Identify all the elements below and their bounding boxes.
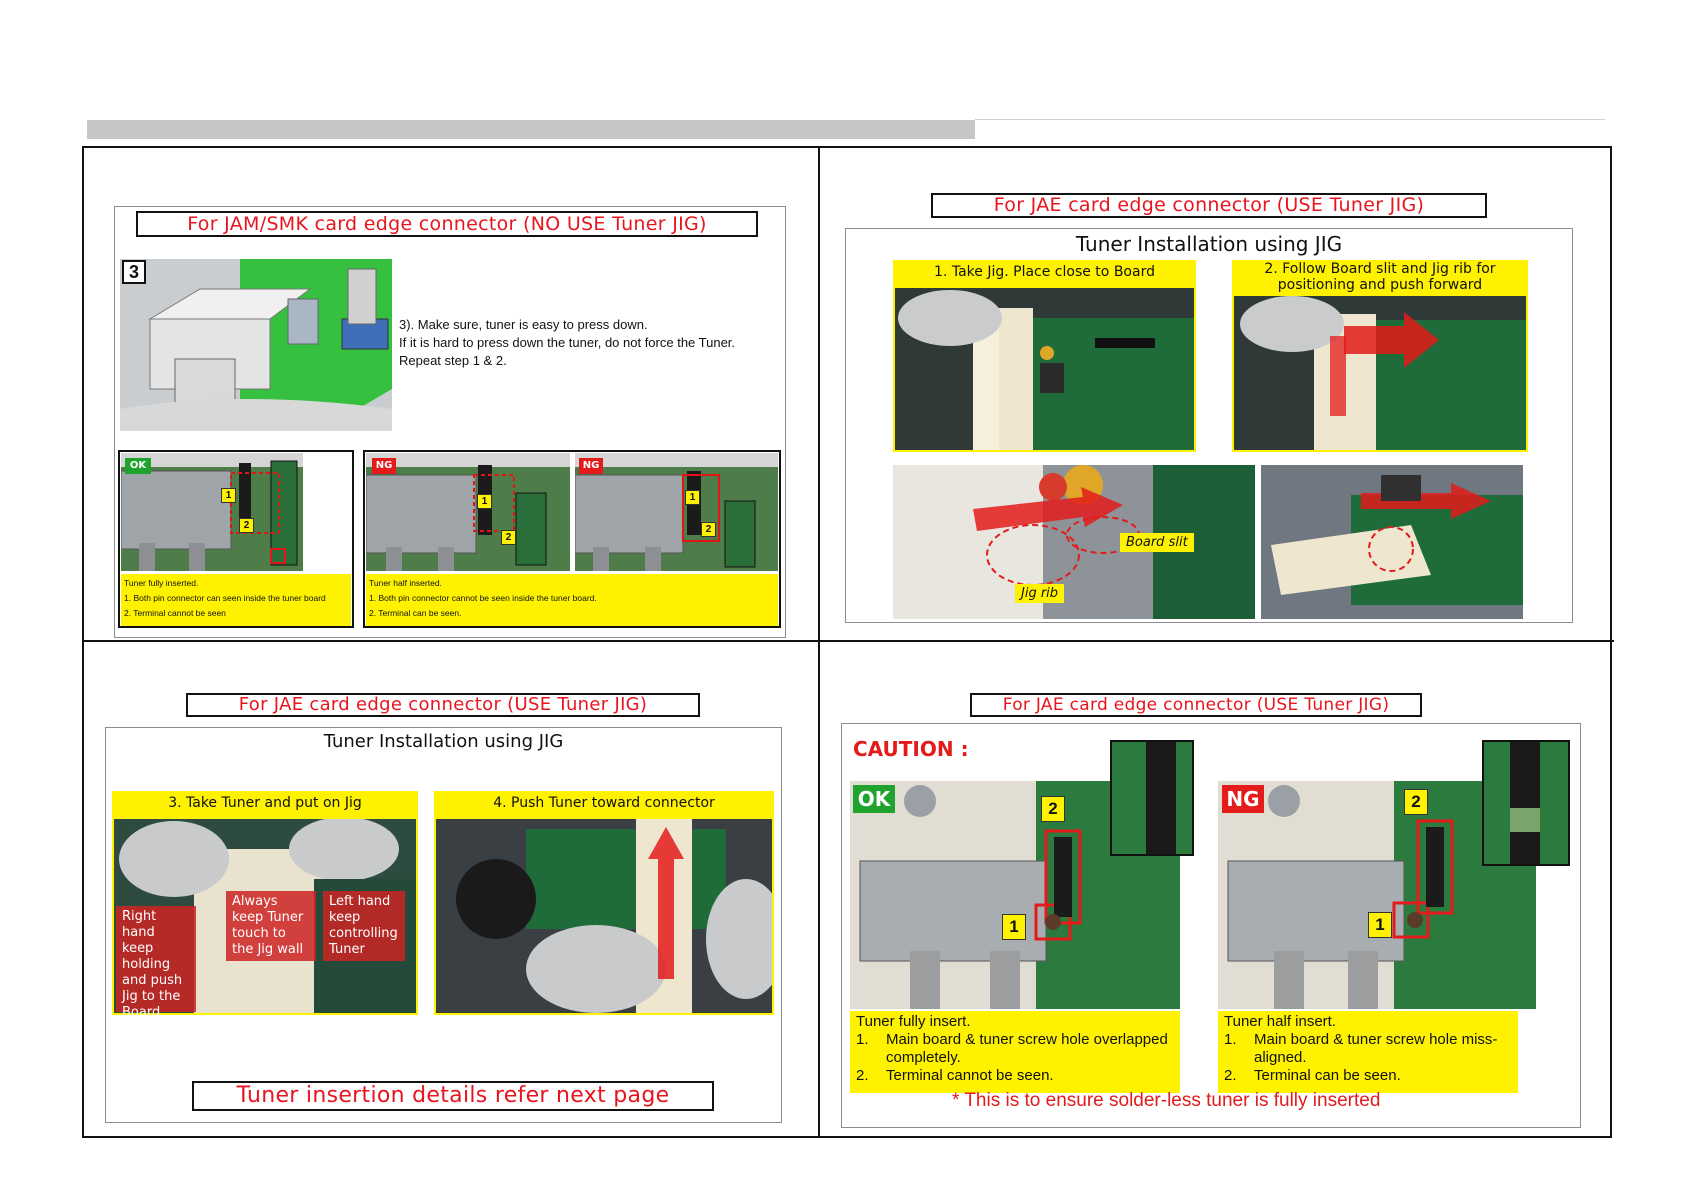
q4-ng-badge: NG — [1222, 785, 1264, 813]
instruction-line-2: If it is hard to press down the tuner, d… — [399, 335, 736, 350]
q4-ok-badge: OK — [853, 785, 895, 813]
q4-ng-tag-1: 1 — [1368, 912, 1392, 938]
q4-ok-inset — [1110, 740, 1194, 856]
q1-tag-2: 2 — [239, 518, 254, 533]
q4-ng-item1-num: 1. — [1224, 1031, 1237, 1048]
q4-ng-item2: Terminal can be seen. — [1254, 1067, 1401, 1084]
q1-ng-caption: Tuner half inserted. 1. Both pin connect… — [366, 574, 778, 626]
q4-ok-tag-1: 1 — [1002, 914, 1026, 940]
q2-push-photo — [1261, 465, 1523, 619]
q4-ok-item2: Terminal cannot be seen. — [886, 1067, 1054, 1084]
q4-ok-item1-num: 1. — [856, 1031, 869, 1048]
grid-horizontal-divider — [82, 640, 1614, 642]
ng-caption-head: Tuner half inserted. — [369, 578, 442, 588]
details-footer: Tuner insertion details refer next page — [192, 1081, 714, 1111]
q3-step3-bar: 3. Take Tuner and put on Jig — [112, 791, 418, 817]
ok-caption-line-2: 2. Terminal cannot be seen — [124, 608, 226, 618]
board-slit-label: Board slit — [1120, 533, 1194, 552]
q4-ok-caption-head: Tuner fully insert. — [856, 1013, 971, 1030]
q4-ng-inset — [1482, 740, 1570, 866]
q4-ng-item2-num: 2. — [1224, 1067, 1237, 1084]
always-keep-label: Always keep Tuner touch to the Jig wall — [226, 891, 316, 961]
q1-ng-badge-right: NG — [579, 458, 603, 474]
q1-ok-photo — [121, 453, 351, 571]
q3-step4-bar: 4. Push Tuner toward connector — [434, 791, 774, 817]
q4-ok-item2-num: 2. — [856, 1067, 869, 1084]
ok-caption-line-1: 1. Both pin connector can seen inside th… — [124, 593, 326, 603]
q4-ng-caption-head: Tuner half insert. — [1224, 1013, 1336, 1030]
q3-step4-photo — [434, 817, 774, 1015]
caution-label: CAUTION : — [853, 737, 969, 761]
q1-instructions: 3). Make sure, tuner is easy to press do… — [399, 316, 779, 370]
grid-vertical-divider — [818, 146, 820, 1138]
ok-caption-head: Tuner fully inserted. — [124, 578, 199, 588]
q1-tag-1: 1 — [221, 488, 236, 503]
q4-title: For JAE card edge connector (USE Tuner J… — [970, 693, 1422, 717]
header-rule — [975, 119, 1605, 120]
q1-ng-tag-1b: 1 — [685, 490, 700, 505]
q1-ok-badge: OK — [125, 458, 151, 474]
q4-ng-tag-2: 2 — [1404, 789, 1428, 815]
q2-slit-photo — [893, 465, 1255, 619]
ng-caption-line-2: 2. Terminal can be seen. — [369, 608, 462, 618]
q4-ng-caption: Tuner half insert. 1. Main board & tuner… — [1218, 1011, 1518, 1093]
ng-caption-line-1: 1. Both pin connector cannot be seen ins… — [369, 593, 597, 603]
q4-ok-caption: Tuner fully insert. 1. Main board & tune… — [850, 1011, 1180, 1093]
left-hand-label: Left hand keep controlling Tuner — [323, 891, 405, 961]
instruction-line-1: 3). Make sure, tuner is easy to press do… — [399, 317, 648, 332]
q2-title: For JAE card edge connector (USE Tuner J… — [931, 193, 1487, 218]
q1-ng-tag-1: 1 — [477, 494, 492, 509]
q4-ok-item1: Main board & tuner screw hole overlapped… — [886, 1031, 1168, 1066]
q1-ng-badge-left: NG — [372, 458, 396, 474]
q4-ng-item1: Main board & tuner screw hole miss-align… — [1254, 1031, 1498, 1066]
right-hand-label: Right hand keep holding and push Jig to … — [116, 906, 196, 1020]
q1-title: For JAM/SMK card edge connector (NO USE … — [136, 211, 758, 237]
q1-ng-tag-2b: 2 — [701, 522, 716, 537]
jig-rib-label: Jig rib — [1015, 584, 1065, 603]
q2-step1-bar: 1. Take Jig. Place close to Board — [893, 260, 1196, 286]
q3-frame-title: Tuner Installation using JIG — [323, 731, 564, 752]
ensure-note: * This is to ensure solder-less tuner is… — [952, 1090, 1381, 1111]
step-number: 3 — [122, 260, 146, 284]
q3-title: For JAE card edge connector (USE Tuner J… — [186, 693, 700, 717]
q2-step2-photo — [1232, 294, 1528, 452]
q1-ng-photo-right — [575, 453, 778, 571]
header-bar — [87, 120, 975, 139]
q1-ok-caption: Tuner fully inserted. 1. Both pin connec… — [121, 574, 351, 626]
q2-frame-title: Tuner Installation using JIG — [1075, 232, 1343, 256]
q4-ok-tag-2: 2 — [1041, 796, 1065, 822]
q1-step-render — [120, 259, 392, 431]
instruction-line-3: Repeat step 1 & 2. — [399, 353, 507, 368]
q2-step1-photo — [893, 286, 1196, 452]
q2-step2-bar: 2. Follow Board slit and Jig rib for pos… — [1232, 260, 1528, 294]
q1-ng-tag-2: 2 — [501, 530, 516, 545]
q1-ng-photo-left — [366, 453, 570, 571]
